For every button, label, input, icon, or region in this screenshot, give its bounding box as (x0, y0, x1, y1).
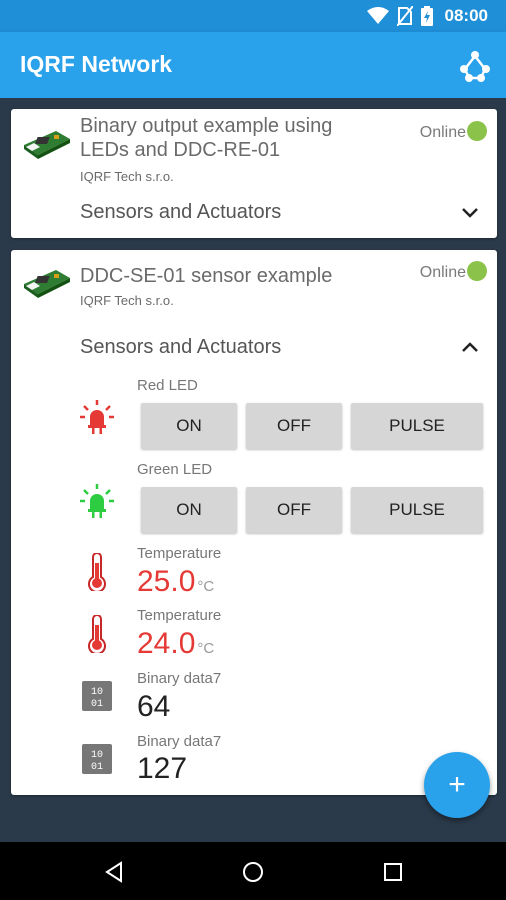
device-title: Binary output example using LEDs and DDC… (80, 115, 333, 161)
status-bar: 08:00 (0, 0, 506, 32)
led-label: Green LED (137, 461, 213, 478)
green-led-pulse-button[interactable]: PULSE (351, 487, 483, 533)
device-vendor: IQRF Tech s.r.o. (80, 169, 174, 184)
chevron-up-icon[interactable] (460, 340, 480, 354)
back-icon[interactable] (102, 860, 126, 884)
led-label: Red LED (137, 377, 198, 394)
red-led-on-button[interactable]: ON (141, 403, 237, 449)
section-title: Sensors and Actuators (80, 336, 282, 358)
svg-text:10: 10 (91, 750, 103, 761)
temperature-value: 24.0 °C (137, 627, 214, 661)
svg-text:01: 01 (91, 762, 103, 773)
binary-value: 64 (137, 690, 171, 723)
app-title: IQRF Network (20, 51, 173, 77)
temperature-number: 25.0 (137, 565, 196, 598)
temperature-value: 25.0 °C (137, 565, 214, 599)
online-indicator (467, 261, 487, 281)
no-sim-icon (396, 6, 413, 26)
binary-value: 127 (137, 752, 188, 785)
temperature-unit: °C (197, 640, 215, 657)
binary-data-icon: 10 01 (77, 676, 117, 716)
red-led-off-button[interactable]: OFF (246, 403, 342, 449)
led-red-icon (77, 397, 117, 437)
device-board-icon (24, 270, 70, 298)
device-list: Binary output example using LEDs and DDC… (0, 98, 506, 842)
device-status-label: Online (419, 264, 466, 281)
sensor-label: Temperature (137, 607, 222, 624)
device-vendor: IQRF Tech s.r.o. (80, 293, 174, 308)
sensor-label: Binary data7 (137, 733, 222, 750)
sensor-label: Binary data7 (137, 670, 222, 687)
section-title: Sensors and Actuators (80, 201, 282, 223)
device-card[interactable]: Binary output example using LEDs and DDC… (11, 109, 497, 238)
recents-icon[interactable] (381, 860, 405, 884)
clock: 08:00 (444, 6, 488, 25)
temperature-number: 24.0 (137, 627, 196, 660)
red-led-pulse-button[interactable]: PULSE (351, 403, 483, 449)
temperature-unit: °C (197, 578, 215, 595)
device-title: DDC-SE-01 sensor example (80, 265, 333, 287)
sensor-label: Temperature (137, 545, 222, 562)
add-device-button[interactable]: + (424, 752, 490, 818)
online-indicator (467, 121, 487, 141)
thermometer-icon (77, 552, 117, 592)
device-board-icon (24, 131, 70, 159)
svg-text:10: 10 (91, 687, 103, 698)
app-bar: IQRF Network (0, 32, 506, 98)
chevron-down-icon[interactable] (460, 206, 480, 220)
green-led-on-button[interactable]: ON (141, 487, 237, 533)
binary-data-icon: 10 01 (77, 739, 117, 779)
svg-text:01: 01 (91, 699, 103, 710)
wifi-icon (366, 7, 389, 24)
home-icon[interactable] (241, 860, 265, 884)
green-led-off-button[interactable]: OFF (246, 487, 342, 533)
device-card[interactable]: DDC-SE-01 sensor example IQRF Tech s.r.o… (11, 250, 497, 795)
thermometer-icon (77, 614, 117, 654)
network-icon[interactable] (458, 49, 492, 83)
led-green-icon (77, 481, 117, 521)
system-nav-bar (0, 842, 506, 900)
battery-charging-icon (420, 6, 433, 26)
device-status-label: Online (419, 124, 466, 141)
